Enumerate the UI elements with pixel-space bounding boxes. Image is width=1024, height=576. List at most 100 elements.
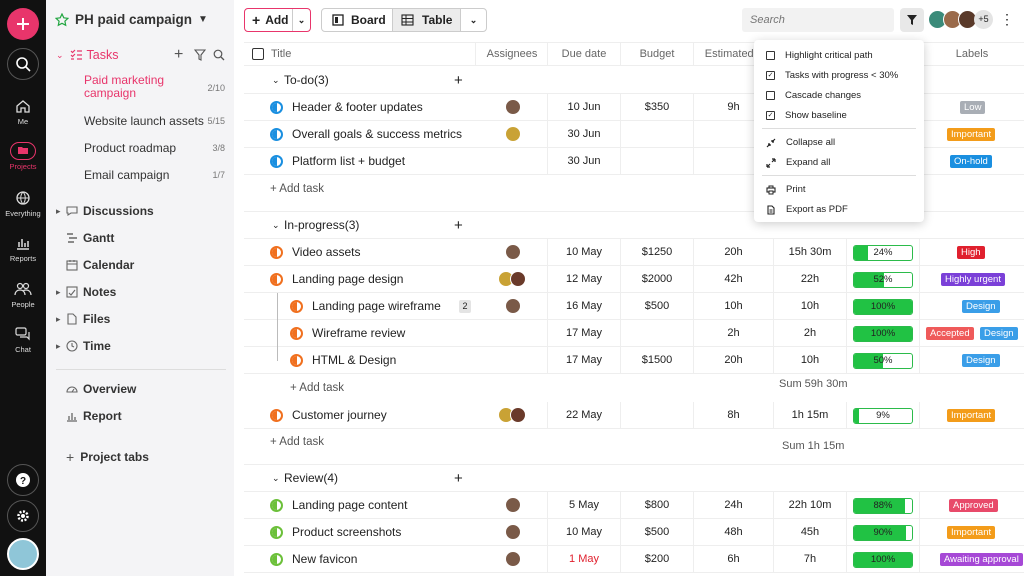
menu-item-show-baseline[interactable]: ✓ Show baseline [766,110,847,121]
sidebar-item-project-tabs[interactable]: + Project tabs [66,449,254,465]
status-review-icon[interactable] [270,499,283,512]
status-todo-icon[interactable] [270,101,283,114]
avatar[interactable] [505,524,521,540]
progress-cell[interactable]: 50% [847,347,920,374]
add-button[interactable]: + Add ⌄ [244,8,311,32]
menu-item-print[interactable]: Print [766,184,806,195]
spent-cell[interactable]: 22h 10m [774,492,847,519]
group-add-icon[interactable]: + [454,465,463,492]
chevron-right-icon[interactable]: ▸ [56,341,66,352]
assignee-cell[interactable] [477,121,548,148]
rail-projects[interactable]: Projects [0,142,46,171]
progress-cell[interactable]: 100% [847,293,920,320]
group-add-icon[interactable]: + [454,212,463,239]
table-row[interactable]: Video assets 10 May $1250 20h 15h 30m 24… [244,239,1024,266]
chevron-right-icon[interactable]: ▸ [56,314,66,325]
assignee-cell[interactable] [477,239,548,266]
table-row[interactable]: HTML & Design 17 May $1500 20h 10h 50% D… [244,347,1024,374]
due-cell[interactable]: 30 Jun [548,121,621,148]
rail-people[interactable]: People [0,281,46,309]
rail-chat[interactable]: Chat [0,326,46,354]
estimate-cell[interactable]: 20h [694,239,774,266]
label-badge[interactable]: Important [947,526,996,539]
table-row[interactable]: Customer journey 22 May 8h 1h 15m 9% Imp… [244,402,1024,429]
menu-item-highlight-critical-path[interactable]: Highlight critical path [766,50,873,61]
select-all-checkbox[interactable] [252,48,264,60]
sidebar-item-notes[interactable]: ▸ Notes [56,285,244,299]
estimate-cell[interactable]: 6h [694,546,774,573]
due-cell[interactable]: 1 May [548,546,621,573]
add-task-link[interactable]: + Add task [270,429,324,456]
budget-cell[interactable] [621,402,694,429]
spent-cell[interactable]: 10h [774,293,847,320]
budget-cell[interactable] [621,320,694,347]
label-badge[interactable]: Design [962,354,1000,367]
table-row[interactable]: Landing page design 12 May $2000 42h 22h… [244,266,1024,293]
label-badge[interactable]: Low [960,101,986,114]
budget-cell[interactable]: $500 [621,519,694,546]
task-name[interactable]: Landing page wireframe [312,293,441,320]
avatar[interactable] [505,244,521,260]
col-budget[interactable]: Budget [621,42,694,66]
budget-cell[interactable]: $500 [621,293,694,320]
avatar[interactable] [505,126,521,142]
due-cell[interactable]: 10 May [548,519,621,546]
progress-cell[interactable]: 88% [847,492,920,519]
menu-item-expand-all[interactable]: Expand all [766,157,830,168]
label-badge[interactable]: Important [947,128,996,141]
progress-cell[interactable]: 52% [847,266,920,293]
label-badge[interactable]: On-hold [950,155,992,168]
due-cell[interactable]: 5 May [548,492,621,519]
budget-cell[interactable] [621,148,694,175]
chevron-right-icon[interactable]: ▸ [56,287,66,298]
avatar[interactable] [510,407,526,423]
budget-cell[interactable]: $1250 [621,239,694,266]
chevron-down-icon[interactable]: ⌄ [272,212,280,239]
progress-cell[interactable]: 90% [847,519,920,546]
search-input[interactable] [742,8,894,32]
board-tab[interactable]: Board [322,9,392,31]
assignee-cell[interactable] [477,148,548,175]
user-avatar[interactable] [7,538,39,570]
estimate-cell[interactable]: 10h [694,293,774,320]
add-icon[interactable]: + [174,46,183,64]
sidebar-item-discussions[interactable]: ▸ Discussions [56,204,244,218]
project-header[interactable]: PH paid campaign ▼ [55,12,225,27]
more-options-icon[interactable]: ⋮ [1000,10,1014,30]
table-row[interactable]: Wireframe review 17 May 2h 2h 100% Accep… [244,320,1024,347]
table-row[interactable]: New favicon 1 May $200 6h 7h 100% Awaiti… [244,546,1024,573]
sidebar-item-calendar[interactable]: Calendar [66,258,254,272]
task-name[interactable]: New favicon [292,546,357,573]
menu-item-collapse-all[interactable]: Collapse all [766,137,835,148]
chevron-right-icon[interactable]: ▸ [56,206,66,217]
spent-cell[interactable]: 10h [774,347,847,374]
spent-cell[interactable]: 2h [774,320,847,347]
estimate-cell[interactable]: 20h [694,347,774,374]
group-header-review[interactable]: ⌄ Review(4) + [244,465,1024,492]
spent-cell[interactable]: 22h [774,266,847,293]
assignee-cell[interactable] [477,320,548,347]
task-name[interactable]: Video assets [292,239,361,266]
search-icon[interactable] [213,49,225,61]
sidebar-subitem[interactable]: Email campaign 1/7 [84,168,234,182]
assignee-cell[interactable] [477,266,548,293]
label-badge[interactable]: Design [980,327,1018,340]
chevron-down-icon[interactable]: ⌄ [292,9,310,31]
avatar[interactable] [505,551,521,567]
spent-cell[interactable]: 7h [774,546,847,573]
star-icon[interactable] [55,12,69,27]
sidebar-subitem[interactable]: Website launch assets 5/15 [84,114,234,128]
label-badge[interactable]: Approved [949,499,998,512]
checkbox[interactable] [766,51,775,60]
status-review-icon[interactable] [270,553,283,566]
sidebar-subitem[interactable]: Product roadmap 3/8 [84,141,234,155]
label-badge[interactable]: Important [947,409,996,422]
avatar[interactable] [505,298,521,314]
assignee-cell[interactable] [477,293,548,320]
avatar[interactable] [505,497,521,513]
add-icon[interactable] [7,8,39,40]
sidebar-item-overview[interactable]: Overview [66,382,254,396]
status-in-progress-icon[interactable] [270,409,283,422]
budget-cell[interactable] [621,121,694,148]
progress-cell[interactable]: 100% [847,546,920,573]
